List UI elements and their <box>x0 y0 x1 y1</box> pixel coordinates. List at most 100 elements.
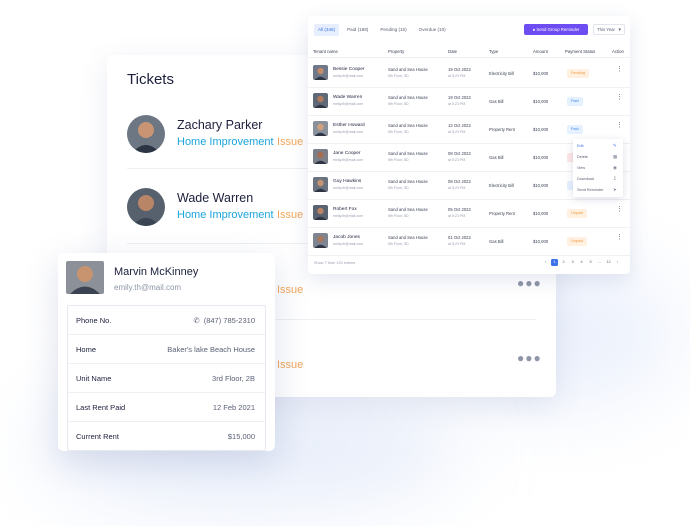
detail-value: ✆ (847) 785-2310 <box>193 316 255 325</box>
property-name: Sand and Sea House <box>388 235 428 240</box>
ticket-status: Issue <box>277 284 304 296</box>
table-row[interactable]: Robert Fox emily.th@mail.com Sand and Sea … <box>308 200 630 228</box>
menu-item-delete[interactable]: Delete <box>577 155 588 159</box>
detail-row: Unit Name 3rd Floor, 2B <box>68 364 265 393</box>
menu-item-download[interactable]: Download <box>577 177 594 181</box>
page-button[interactable]: 12 <box>605 259 612 266</box>
page-button[interactable]: ... <box>596 259 603 266</box>
status-badge: Paid <box>567 125 583 134</box>
payment-time: at 5:23 PM <box>448 242 466 246</box>
tenant-email: emily.th@mail.com <box>333 242 364 246</box>
payment-type: Property Rent <box>489 211 515 216</box>
payment-time: at 5:23 PM <box>448 74 466 78</box>
tab-overdue[interactable]: Overdue (10) <box>415 24 450 36</box>
tenant-name: Guy Hawkins <box>333 179 362 184</box>
tenant-email: emily.th@mail.com <box>333 214 364 218</box>
page-button[interactable]: 5 <box>587 259 594 266</box>
column-header: Payment Status <box>565 49 596 54</box>
tab-paid[interactable]: Paid (188) <box>343 24 372 36</box>
send-group-reminder-button[interactable]: ● Send Group Reminder <box>524 24 588 35</box>
property-floor: 5th Floor, 5D <box>388 130 409 134</box>
edit-icon: ✎ <box>613 143 617 148</box>
more-vertical-icon[interactable]: ⋮ <box>616 66 623 73</box>
prev-page-icon[interactable]: ‹ <box>542 259 549 266</box>
page-button[interactable]: 2 <box>560 259 567 266</box>
detail-value: 12 Feb 2021 <box>212 403 255 412</box>
ticket-status: Issue <box>277 136 304 148</box>
status-badge: Pending <box>567 69 589 78</box>
payment-date: 01 Oct 2022 <box>448 235 471 240</box>
payment-date: 19 Oct 2022 <box>448 67 471 72</box>
tickets-title: Tickets <box>127 71 174 88</box>
menu-item-edit[interactable]: Edit <box>577 144 584 148</box>
column-header: Type <box>489 49 499 54</box>
tab-all[interactable]: All (346) <box>314 24 340 36</box>
menu-item-view[interactable]: View <box>577 166 585 170</box>
more-vertical-icon[interactable]: ⋮ <box>616 234 623 241</box>
status-badge: Paid <box>567 97 583 106</box>
next-page-icon[interactable]: › <box>614 259 621 266</box>
tenant-email: emily.th@mail.com <box>333 74 364 78</box>
ticket-category: Home Improvement <box>177 209 274 221</box>
detail-row: Last Rent Paid 12 Feb 2021 <box>68 393 265 422</box>
ticket-status: Issue <box>277 359 304 371</box>
property-name: Sand and Sea House <box>388 95 428 100</box>
download-icon: ↧ <box>613 176 617 181</box>
payment-amount: $10,000 <box>533 239 549 244</box>
payment-date: 08 Oct 2022 <box>448 151 471 156</box>
detail-label: Last Rent Paid <box>76 403 126 412</box>
phone-icon: ✆ <box>193 316 200 325</box>
tenant-email: emily.th@mail.com <box>333 186 364 190</box>
detail-value: $15,000 <box>227 432 255 441</box>
tenant-name: Wade Warren <box>333 95 363 100</box>
detail-label: Current Rent <box>76 432 119 441</box>
table-row[interactable]: Jacob Jones emily.th@mail.com Sand and Sea… <box>308 228 630 256</box>
tenant-photo <box>313 177 328 192</box>
send-icon: ➤ <box>613 187 617 192</box>
year-select-value: This Year <box>597 27 615 32</box>
ticket-category: Home Improvement <box>177 136 274 148</box>
more-vertical-icon[interactable]: ⋮ <box>616 122 623 129</box>
column-header: Amount <box>533 49 548 54</box>
payment-date: 12 Oct 2022 <box>448 123 471 128</box>
table-row[interactable]: Bessie Cooper emily.th@mail.com Sand and S… <box>308 60 630 88</box>
ticket-status: Issue <box>277 209 304 221</box>
payment-date: 19 Oct 2022 <box>448 95 471 100</box>
tenant-photo <box>313 149 328 164</box>
tenant-name: Bessie Cooper <box>333 67 365 72</box>
tenant-photo <box>313 205 328 220</box>
payment-amount: $10,000 <box>533 99 549 104</box>
more-icon[interactable]: ●●● <box>517 276 542 290</box>
year-select[interactable]: This Year ▾ <box>593 24 625 35</box>
filter-tabs: All (346) Paid (188) Pending (15) Overdu… <box>314 24 450 36</box>
payment-amount: $10,000 <box>533 211 549 216</box>
property-floor: 5th Floor, 5D <box>388 102 409 106</box>
tenant-name: Jane Cooper <box>333 151 361 156</box>
payment-time: at 5:23 PM <box>448 158 466 162</box>
detail-row: Current Rent $15,000 <box>68 422 265 451</box>
menu-item-send-reminder[interactable]: Send Reminder <box>577 188 603 192</box>
payment-type: Property Rent <box>489 127 515 132</box>
tenant-detail-card: Marvin McKinney emily.th@mail.com Phone … <box>58 253 275 451</box>
more-icon[interactable]: ●●● <box>517 351 542 365</box>
more-vertical-icon[interactable]: ⋮ <box>616 94 623 101</box>
payment-amount: $10,000 <box>533 71 549 76</box>
property-name: Sand and Sea House <box>388 123 428 128</box>
payment-type: Gas Bill <box>489 155 504 160</box>
page-button[interactable]: 3 <box>569 259 576 266</box>
table-row[interactable]: Wade Warren emily.th@mail.com Sand and Sea… <box>308 88 630 116</box>
page-button[interactable]: 1 <box>551 259 558 266</box>
tenant-photo <box>313 233 328 248</box>
detail-label: Home <box>76 345 97 354</box>
more-vertical-icon[interactable]: ⋮ <box>616 206 623 213</box>
pagination: ‹ 1 2 3 4 5... 12 › <box>542 259 621 266</box>
payment-type: Electricity Bill <box>489 183 514 188</box>
tab-pending[interactable]: Pending (15) <box>376 24 410 36</box>
avatar <box>127 188 165 226</box>
column-header: Property <box>388 49 405 54</box>
payment-type: Gas Bill <box>489 239 504 244</box>
ticket-name: Zachary Parker <box>177 118 263 132</box>
rent-table-card: All (346) Paid (188) Pending (15) Overdu… <box>308 16 630 274</box>
page-button[interactable]: 4 <box>578 259 585 266</box>
property-name: Sand and Sea House <box>388 151 428 156</box>
